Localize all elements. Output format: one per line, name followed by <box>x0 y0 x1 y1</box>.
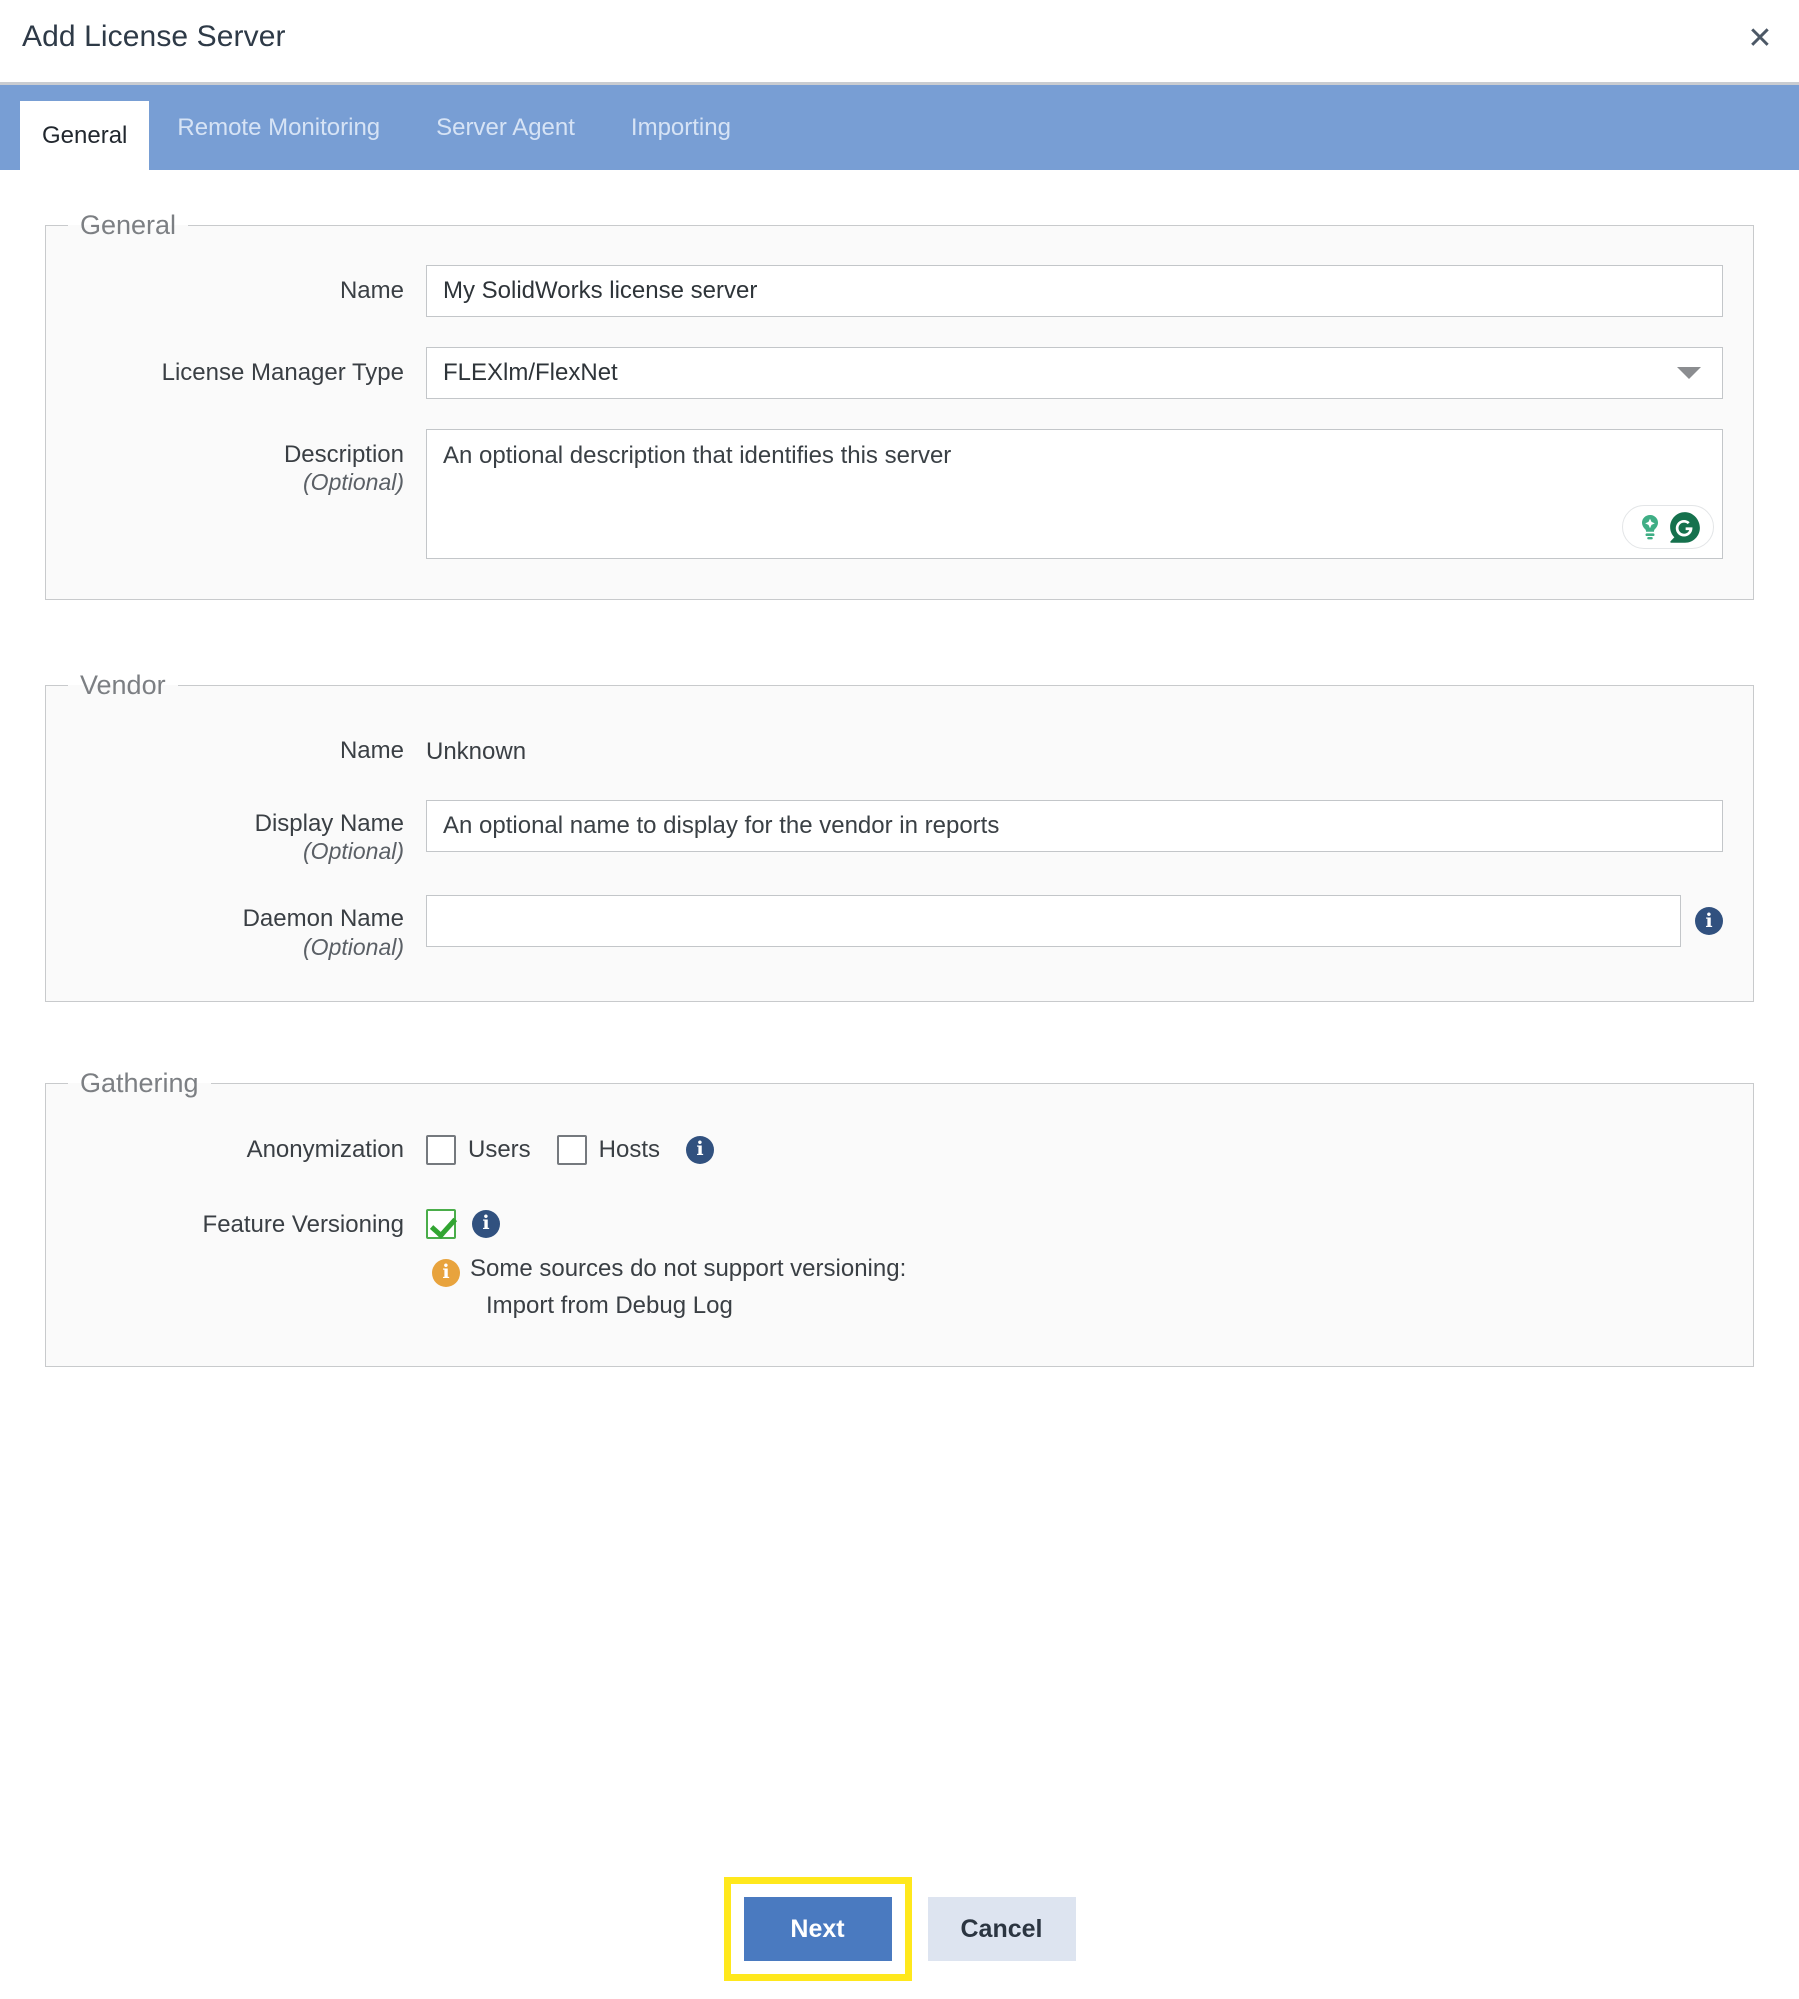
anonymization-users-checkbox[interactable] <box>426 1134 456 1165</box>
tab-server-agent[interactable]: Server Agent <box>408 85 603 170</box>
display-name-label-text: Display Name <box>254 810 404 837</box>
license-manager-type-row: License Manager Type FLEXlm/FlexNet <box>46 347 1753 399</box>
license-manager-type-label: License Manager Type <box>161 359 404 386</box>
license-manager-type-select[interactable]: FLEXlm/FlexNet <box>426 347 1723 399</box>
vendor-name-value: Unknown <box>426 738 527 765</box>
page-title: Add License Server <box>22 20 286 53</box>
daemon-name-label: Daemon Name (Optional) <box>46 895 426 960</box>
tab-general[interactable]: General <box>20 101 150 170</box>
name-row: Name <box>46 265 1753 317</box>
description-textarea[interactable] <box>426 429 1723 559</box>
vendor-fields: Name Unknown Display Name (Optional) Dae… <box>46 737 1753 961</box>
next-button[interactable]: Next <box>743 1897 892 1961</box>
daemon-name-input[interactable] <box>426 895 1681 948</box>
anonymization-info-icon[interactable]: i <box>686 1135 715 1164</box>
grammarly-widget[interactable] <box>1622 505 1714 549</box>
general-fieldset: General Name License Manager Type FLEXlm… <box>45 210 1754 600</box>
lightbulb-sparkle-icon <box>1642 515 1658 540</box>
dialog-footer: Next Cancel <box>0 1877 1799 1999</box>
vendor-legend: Vendor <box>80 670 166 700</box>
anonymization-hosts-label[interactable]: Hosts <box>599 1136 660 1164</box>
anonymization-label: Anonymization <box>246 1135 404 1163</box>
name-label: Name <box>339 277 404 304</box>
display-name-optional-text: (Optional) <box>303 838 404 865</box>
warning-line-2: Import from Debug Log <box>486 1292 733 1320</box>
tab-remote-monitoring[interactable]: Remote Monitoring <box>149 85 408 170</box>
display-name-row: Display Name (Optional) <box>46 800 1753 865</box>
feature-versioning-warning-text: Some sources do not support versioning: … <box>470 1255 906 1320</box>
anonymization-options: Users Hosts i <box>426 1134 715 1165</box>
tab-importing[interactable]: Importing <box>603 85 759 170</box>
gathering-legend: Gathering <box>80 1067 199 1098</box>
tab-bar: General Remote Monitoring Server Agent I… <box>0 82 1799 170</box>
feature-versioning-checkbox[interactable] <box>426 1208 456 1239</box>
gathering-fieldset: Gathering Anonymization Users Hosts i Fe… <box>45 1067 1754 1367</box>
daemon-name-optional-text: (Optional) <box>303 933 404 960</box>
daemon-name-info-icon[interactable]: i <box>1695 907 1723 936</box>
feature-versioning-check-group: i <box>426 1208 906 1239</box>
anonymization-users-label[interactable]: Users <box>468 1136 531 1164</box>
feature-versioning-info-icon[interactable]: i <box>472 1209 500 1238</box>
feature-versioning-controls: i i Some sources do not support versioni… <box>426 1208 906 1320</box>
tab-list: General Remote Monitoring Server Agent I… <box>0 85 759 170</box>
description-label: Description (Optional) <box>46 429 426 496</box>
description-optional-text: (Optional) <box>303 469 404 496</box>
anonymization-hosts-checkbox[interactable] <box>556 1134 587 1165</box>
name-input[interactable] <box>426 265 1723 317</box>
general-legend: General <box>80 210 177 240</box>
daemon-name-row: Daemon Name (Optional) i <box>46 895 1753 960</box>
description-label-text: Description <box>283 441 404 468</box>
feature-versioning-warning: i Some sources do not support versioning… <box>426 1255 906 1320</box>
vendor-fieldset: Vendor Name Unknown Display Name (Option… <box>45 670 1754 1002</box>
display-name-label: Display Name (Optional) <box>46 800 426 865</box>
daemon-name-label-text: Daemon Name <box>242 905 404 933</box>
anonymization-row: Anonymization Users Hosts i <box>46 1134 1753 1165</box>
gathering-fields: Anonymization Users Hosts i Feature Vers… <box>46 1134 1753 1320</box>
vendor-name-label: Name <box>339 737 404 764</box>
vendor-name-row: Name Unknown <box>46 737 1753 766</box>
warning-line-1: Some sources do not support versioning: <box>470 1254 907 1282</box>
feature-versioning-row: Feature Versioning i i Some sources do n… <box>46 1208 1753 1320</box>
grammarly-logo-icon <box>1670 512 1700 543</box>
warning-info-icon: i <box>432 1258 460 1287</box>
form-area: General Name License Manager Type FLEXlm… <box>0 170 1799 1367</box>
cancel-button[interactable]: Cancel <box>927 1897 1076 1961</box>
next-button-highlight: Next <box>723 1877 912 1981</box>
general-fields: Name License Manager Type FLEXlm/FlexNet… <box>46 265 1753 559</box>
display-name-input[interactable] <box>426 800 1723 852</box>
feature-versioning-label: Feature Versioning <box>202 1210 404 1238</box>
license-manager-type-value: FLEXlm/FlexNet <box>426 347 1723 399</box>
dialog-header: Add License Server ✕ <box>0 0 1799 82</box>
description-textarea-wrap <box>426 429 1723 559</box>
footer-button-row: Next Cancel <box>0 1877 1799 1981</box>
description-row: Description (Optional) <box>46 429 1753 559</box>
close-icon[interactable]: ✕ <box>1737 16 1783 62</box>
